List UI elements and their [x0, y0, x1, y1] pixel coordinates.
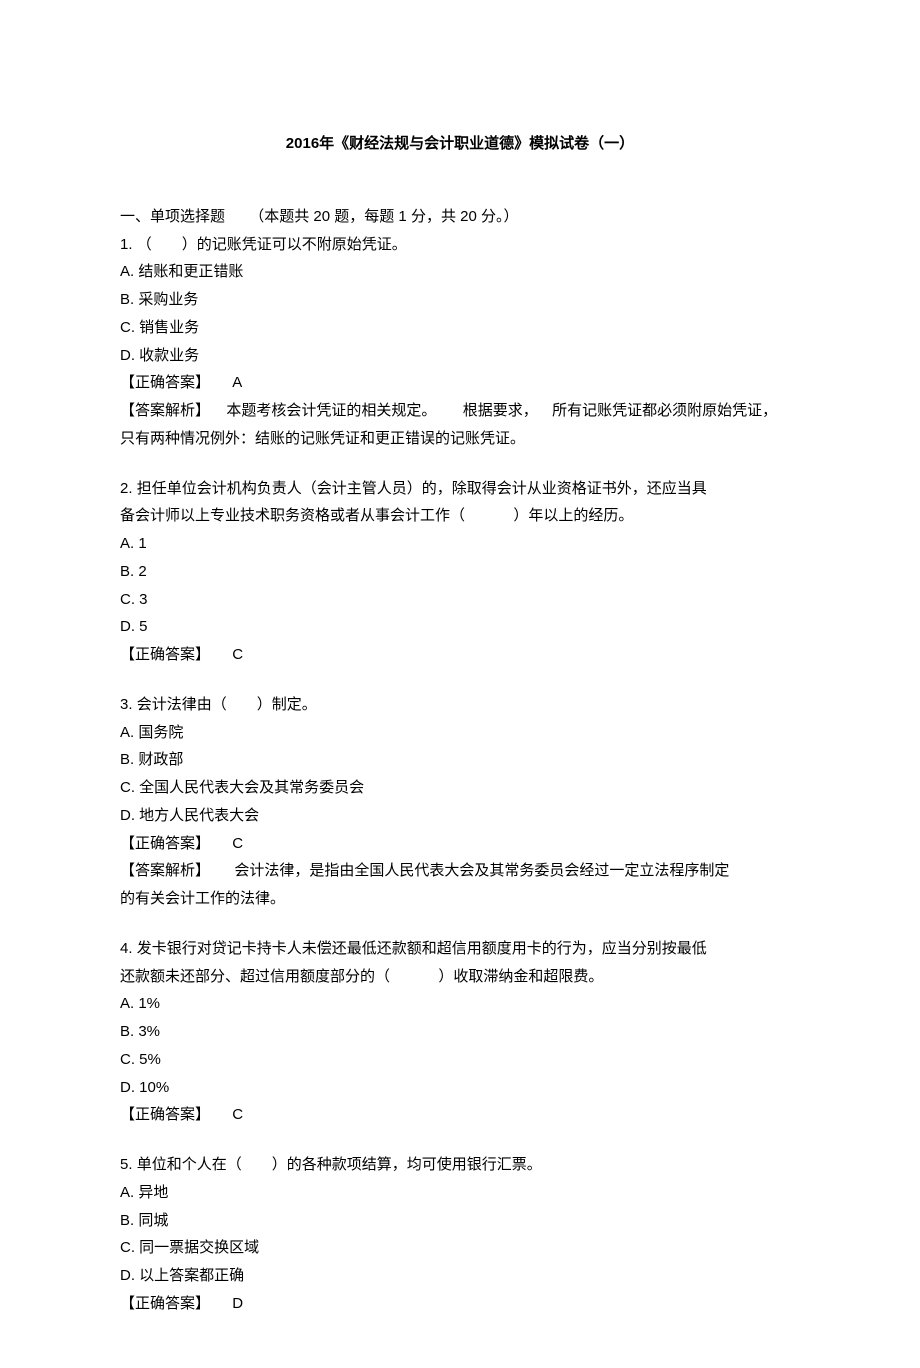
explanation-line-1: 【答案解析】 本题考核会计凭证的相关规定。 根据要求， 所有记账凭证都必须附原始… — [120, 397, 800, 425]
option-d: D. 10% — [120, 1074, 800, 1102]
option-c: C. 销售业务 — [120, 314, 800, 342]
option-d: D. 地方人民代表大会 — [120, 802, 800, 830]
option-c: C. 3 — [120, 586, 800, 614]
answer-line: 【正确答案】 C — [120, 1101, 800, 1129]
option-c: C. 5% — [120, 1046, 800, 1074]
question-stem-line-1: 2. 担任单位会计机构负责人（会计主管人员）的，除取得会计从业资格证书外，还应当… — [120, 475, 800, 503]
option-a: A. 1% — [120, 990, 800, 1018]
question-number: 2. — [120, 480, 133, 497]
section-desc-p2: 题，每题 — [334, 208, 394, 225]
option-c: C. 全国人民代表大会及其常务委员会 — [120, 774, 800, 802]
answer-letter: C — [232, 641, 243, 669]
option-b: B. 3% — [120, 1018, 800, 1046]
question-4: 4. 发卡银行对贷记卡持卡人未偿还最低还款额和超信用额度用卡的行为，应当分别按最… — [120, 935, 800, 1129]
section-label: 一、单项选择题 — [120, 208, 225, 225]
option-b: B. 财政部 — [120, 746, 800, 774]
answer-label: 【正确答案】 — [120, 1106, 210, 1123]
option-c: C. 同一票据交换区域 — [120, 1234, 800, 1262]
question-number: 4. — [120, 940, 133, 957]
document-page: 2016年《财经法规与会计职业道德》模拟试卷（一） 一、单项选择题 （本题共 2… — [0, 0, 920, 1368]
question-stem-text-1: 担任单位会计机构负责人（会计主管人员）的，除取得会计从业资格证书外，还应当具 — [137, 480, 707, 497]
explanation-label: 【答案解析】 — [120, 862, 210, 879]
option-d: D. 以上答案都正确 — [120, 1262, 800, 1290]
answer-label: 【正确答案】 — [120, 835, 210, 852]
explanation-p1: 会计法律，是指由全国人民代表大会及其常务委员会经过一定立法程序制定 — [234, 862, 729, 879]
question-1: 1. （ ）的记账凭证可以不附原始凭证。 A. 结账和更正错账 B. 采购业务 … — [120, 231, 800, 453]
answer-line: 【正确答案】 C — [120, 641, 800, 669]
explanation-line-1: 【答案解析】 会计法律，是指由全国人民代表大会及其常务委员会经过一定立法程序制定 — [120, 857, 800, 885]
option-d: D. 收款业务 — [120, 342, 800, 370]
question-stem-text: 单位和个人在（ ）的各种款项结算，均可使用银行汇票。 — [137, 1156, 542, 1173]
section-desc-n3: 20 — [460, 208, 477, 225]
answer-label: 【正确答案】 — [120, 374, 210, 391]
explanation-line-2: 只有两种情况例外：结账的记账凭证和更正错误的记账凭证。 — [120, 425, 800, 453]
explanation-p1: 本题考核会计凭证的相关规定。 — [226, 402, 436, 419]
section-desc-n2: 1 — [398, 208, 406, 225]
question-stem-text-2a: 备会计师以上专业技术职务资格或者从事会计工作（ — [120, 507, 465, 524]
explanation-line-2: 的有关会计工作的法律。 — [120, 885, 800, 913]
page-title: 2016年《财经法规与会计职业道德》模拟试卷（一） — [120, 130, 800, 158]
answer-label: 【正确答案】 — [120, 646, 210, 663]
option-a: A. 国务院 — [120, 719, 800, 747]
explanation-label: 【答案解析】 — [120, 402, 210, 419]
section-desc-n1: 20 — [313, 208, 330, 225]
question-stem: 5. 单位和个人在（ ）的各种款项结算，均可使用银行汇票。 — [120, 1151, 800, 1179]
option-b: B. 采购业务 — [120, 286, 800, 314]
question-2: 2. 担任单位会计机构负责人（会计主管人员）的，除取得会计从业资格证书外，还应当… — [120, 475, 800, 669]
option-b: B. 2 — [120, 558, 800, 586]
answer-line: 【正确答案】 C — [120, 830, 800, 858]
section-desc: （本题共 20 题，每题 1 分，共 20 分。） — [249, 208, 518, 225]
answer-letter: D — [232, 1290, 243, 1318]
answer-line: 【正确答案】 A — [120, 369, 800, 397]
question-number: 3. — [120, 696, 133, 713]
question-stem-line-2: 还款额未还部分、超过信用额度部分的（ ）收取滞纳金和超限费。 — [120, 963, 800, 991]
question-stem: 1. （ ）的记账凭证可以不附原始凭证。 — [120, 231, 800, 259]
question-stem-line-2: 备会计师以上专业技术职务资格或者从事会计工作（ ）年以上的经历。 — [120, 502, 800, 530]
question-stem-text-2b: ）收取滞纳金和超限费。 — [438, 968, 603, 985]
question-number: 1. — [120, 236, 133, 253]
title-year: 2016 — [286, 135, 319, 152]
section-desc-p4: 分。） — [481, 208, 519, 225]
answer-line: 【正确答案】 D — [120, 1290, 800, 1318]
option-d: D. 5 — [120, 613, 800, 641]
question-3: 3. 会计法律由（ ）制定。 A. 国务院 B. 财政部 C. 全国人民代表大会… — [120, 691, 800, 913]
option-a: A. 结账和更正错账 — [120, 258, 800, 286]
section-desc-p3: 分，共 — [411, 208, 456, 225]
question-number: 5. — [120, 1156, 133, 1173]
explanation-p3: 所有记账凭证都必须附原始凭证， — [552, 402, 777, 419]
section-heading: 一、单项选择题 （本题共 20 题，每题 1 分，共 20 分。） — [120, 203, 800, 231]
answer-letter: C — [232, 1101, 243, 1129]
question-stem-text: 会计法律由（ ）制定。 — [137, 696, 317, 713]
question-stem: 3. 会计法律由（ ）制定。 — [120, 691, 800, 719]
option-a: A. 异地 — [120, 1179, 800, 1207]
question-stem-text-2b: ）年以上的经历。 — [513, 507, 633, 524]
question-stem-text-1: 发卡银行对贷记卡持卡人未偿还最低还款额和超信用额度用卡的行为，应当分别按最低 — [137, 940, 707, 957]
answer-letter: A — [232, 369, 242, 397]
question-stem-line-1: 4. 发卡银行对贷记卡持卡人未偿还最低还款额和超信用额度用卡的行为，应当分别按最… — [120, 935, 800, 963]
question-stem-text: （ ）的记账凭证可以不附原始凭证。 — [137, 236, 407, 253]
explanation-p2: 根据要求， — [463, 402, 538, 419]
title-text: 年《财经法规与会计职业道德》模拟试卷（一） — [319, 135, 634, 152]
section-desc-p1: （本题共 — [249, 208, 309, 225]
question-stem-text-2a: 还款额未还部分、超过信用额度部分的（ — [120, 968, 390, 985]
answer-letter: C — [232, 830, 243, 858]
option-b: B. 同城 — [120, 1207, 800, 1235]
option-a: A. 1 — [120, 530, 800, 558]
answer-label: 【正确答案】 — [120, 1295, 210, 1312]
question-5: 5. 单位和个人在（ ）的各种款项结算，均可使用银行汇票。 A. 异地 B. 同… — [120, 1151, 800, 1318]
